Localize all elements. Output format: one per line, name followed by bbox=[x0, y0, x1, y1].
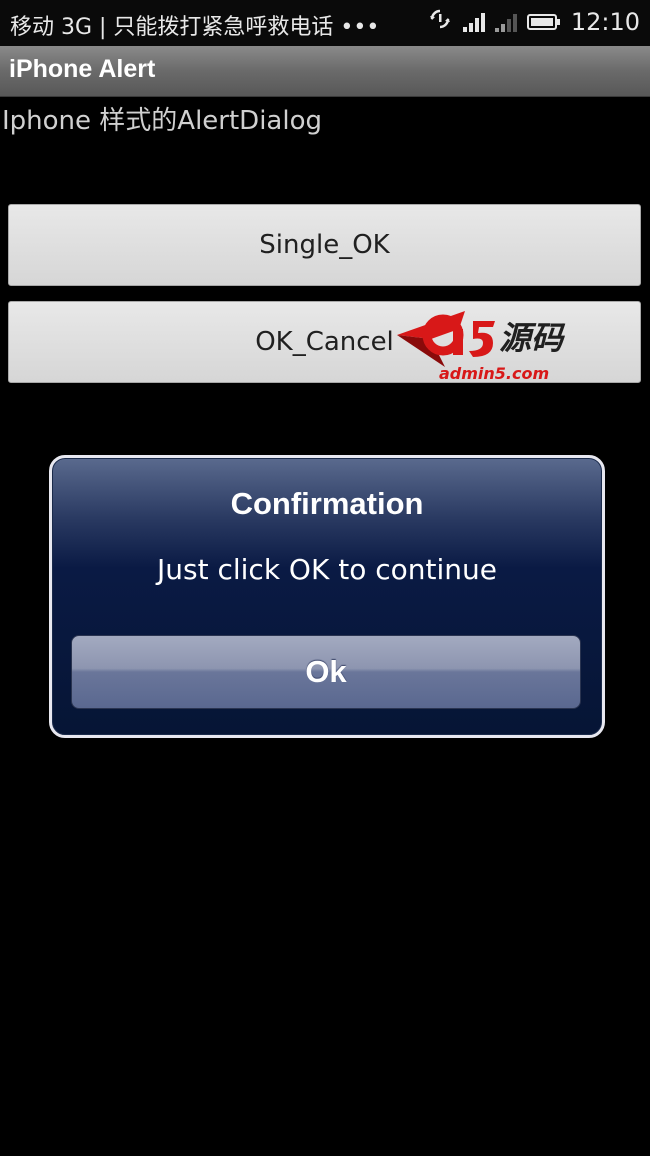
svg-text:admin5.com: admin5.com bbox=[439, 364, 549, 383]
signal-weak-icon bbox=[494, 12, 517, 32]
ok-button[interactable]: Ok bbox=[71, 635, 581, 709]
status-icons: 12:10 bbox=[427, 8, 640, 36]
watermark-logo: 源码 admin5.com bbox=[395, 305, 595, 385]
sync-icon bbox=[427, 8, 453, 36]
page-subtitle: Iphone 样式的AlertDialog bbox=[2, 106, 322, 136]
status-bar: 移动 3G | 只能拨打紧急呼救电话 ••• 12:10 bbox=[0, 0, 650, 46]
clock-time: 12:10 bbox=[570, 8, 640, 36]
carrier-status-text: 移动 3G | 只能拨打紧急呼救电话 ••• bbox=[10, 15, 380, 40]
confirmation-dialog: Confirmation Just click OK to continue O… bbox=[49, 455, 605, 738]
svg-text:源码: 源码 bbox=[499, 319, 566, 357]
dialog-title: Confirmation bbox=[230, 486, 424, 521]
signal-icon bbox=[462, 12, 485, 32]
single-ok-button[interactable]: Single_OK bbox=[8, 204, 641, 286]
battery-icon bbox=[526, 14, 560, 30]
app-title: iPhone Alert bbox=[9, 55, 156, 83]
title-bar: iPhone Alert bbox=[0, 46, 650, 97]
dialog-message: Just click OK to continue bbox=[157, 553, 497, 586]
